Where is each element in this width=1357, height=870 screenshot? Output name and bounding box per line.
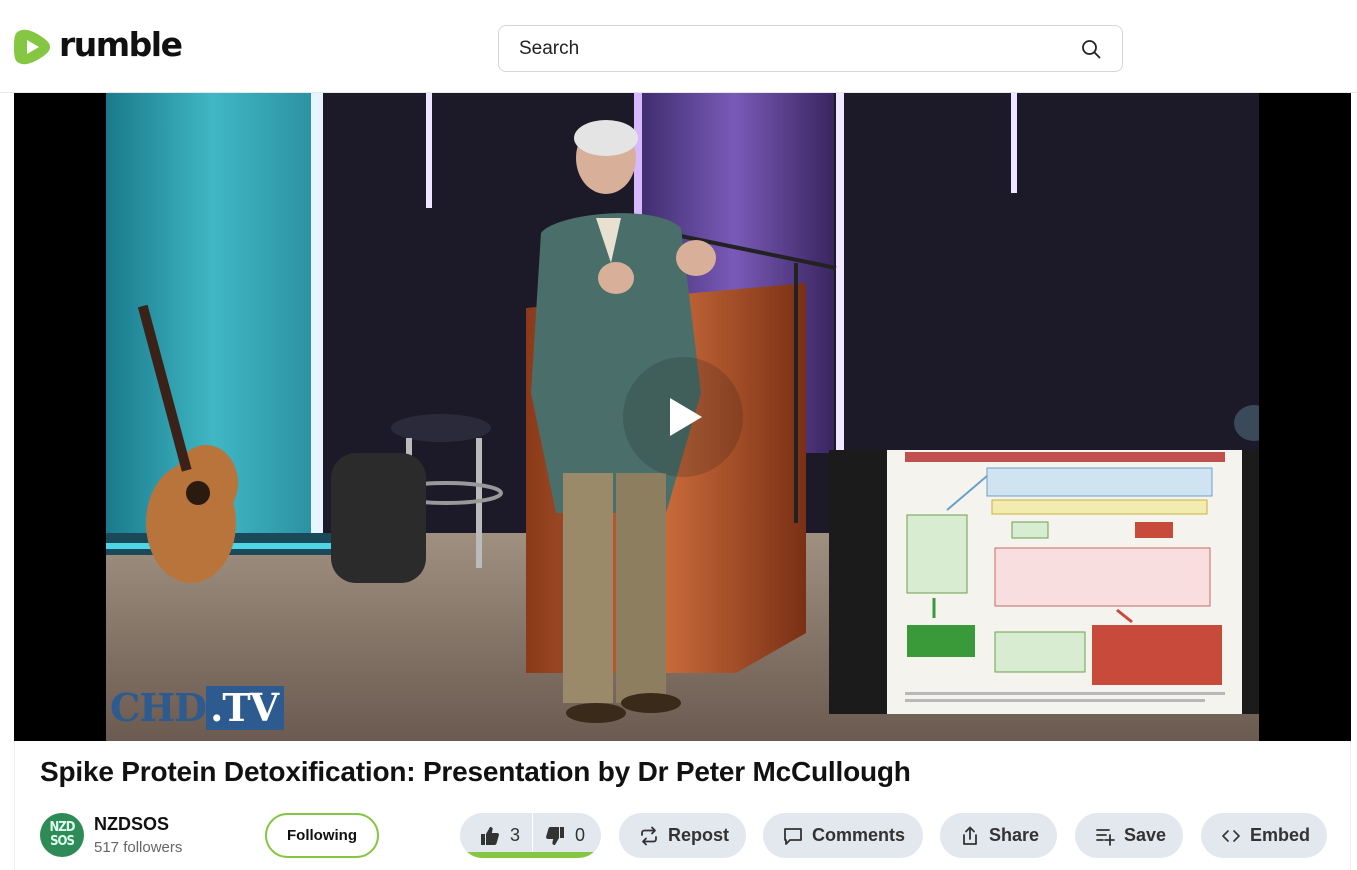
channel-info: NZD SOS NZDSOS 517 followers <box>40 813 182 857</box>
chd-tv-watermark: CHD .TV <box>110 685 285 730</box>
channel-avatar[interactable]: NZD SOS <box>40 813 84 857</box>
save-button[interactable]: Save <box>1075 813 1183 858</box>
embed-button[interactable]: Embed <box>1201 813 1327 858</box>
watermark-right: .TV <box>206 686 285 730</box>
save-label: Save <box>1124 825 1167 845</box>
search-input[interactable] <box>519 37 1080 60</box>
play-button[interactable] <box>623 357 743 477</box>
channel-followers: 517 followers <box>94 839 183 856</box>
vote-group: 3 0 <box>460 813 601 858</box>
comments-label: Comments <box>812 825 906 845</box>
upvote-count: 3 <box>510 825 521 845</box>
repost-label: Repost <box>668 825 730 845</box>
watermark-left: CHD <box>110 685 207 730</box>
channel-text: NZDSOS 517 followers <box>94 814 182 856</box>
thumbs-down-icon <box>546 826 564 845</box>
site-header: rumble <box>0 0 1357 93</box>
vote-ratio-bar <box>460 852 601 858</box>
embed-label: Embed <box>1250 825 1311 845</box>
brand-name: rumble <box>59 24 183 64</box>
share-icon <box>963 826 977 845</box>
share-label: Share <box>989 825 1040 845</box>
search-icon[interactable] <box>1080 38 1102 60</box>
play-icon <box>670 398 702 436</box>
video-player[interactable]: CHD .TV <box>14 93 1351 741</box>
repost-icon <box>641 826 657 845</box>
downvote-count: 0 <box>575 825 586 845</box>
playlist-add-icon <box>1096 828 1115 846</box>
presentation-slide-graphic <box>887 450 1242 714</box>
thumbs-up-icon <box>481 826 499 845</box>
vote-ratio-fill <box>460 852 601 858</box>
video-title: Spike Protein Detoxification: Presentati… <box>40 756 911 787</box>
embed-icon <box>1222 829 1240 842</box>
following-button[interactable]: Following <box>265 813 379 858</box>
video-info: Spike Protein Detoxification: Presentati… <box>14 741 1351 870</box>
rumble-logo[interactable]: rumble <box>13 24 183 67</box>
avatar-text-line2: SOS <box>50 834 75 849</box>
search-bar <box>498 25 1123 72</box>
comments-button[interactable]: Comments <box>763 813 923 858</box>
channel-name[interactable]: NZDSOS <box>94 814 182 835</box>
repost-button[interactable]: Repost <box>619 813 746 858</box>
avatar-text-line1: NZD <box>49 820 76 835</box>
comment-icon <box>784 827 802 845</box>
rumble-play-logo-icon <box>14 29 50 65</box>
share-button[interactable]: Share <box>940 813 1057 858</box>
picture-in-picture-slide <box>829 450 1259 714</box>
